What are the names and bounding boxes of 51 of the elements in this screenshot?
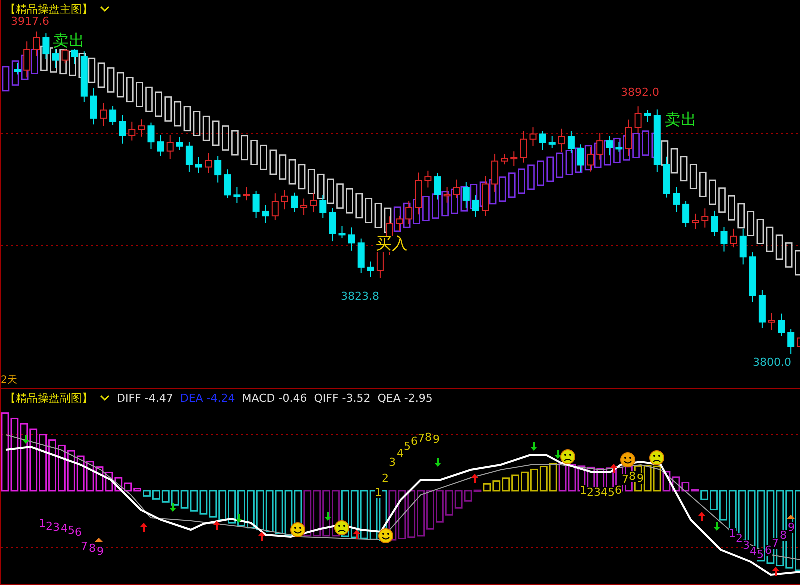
signal-label: 卖出 (53, 33, 85, 49)
count-digit: 1 (375, 487, 382, 498)
count-digit: 9 (97, 546, 104, 557)
indicator-value: QEA -2.95 (378, 392, 433, 405)
count-digit: 3 (594, 487, 601, 498)
count-digit: 7 (81, 541, 88, 552)
count-digit: 6 (765, 545, 772, 556)
count-digit: 1 (729, 528, 736, 539)
count-digit: 2 (382, 473, 389, 484)
count-digit: 8 (89, 543, 96, 554)
count-digit: 7 (418, 433, 425, 444)
price-label: 3823.8 (341, 291, 380, 302)
count-digit: 2 (587, 487, 594, 498)
chart-title: 【精品操盘副图】 (5, 391, 93, 406)
count-digit: 8 (629, 471, 636, 482)
count-digit: 9 (788, 522, 795, 533)
count-digit: 8 (425, 432, 432, 443)
indicator-value: DIFF -4.47 (117, 392, 174, 405)
count-digit: 4 (397, 448, 404, 459)
count-digit: 1 (580, 485, 587, 496)
count-digit: 7 (622, 474, 629, 485)
period-label: 2天 (1, 376, 18, 386)
indicator-value: MACD -0.46 (242, 392, 308, 405)
count-digit: 5 (608, 487, 615, 498)
count-digit: 3 (743, 540, 750, 551)
count-digit: 3 (389, 457, 396, 468)
signal-label: 卖出 (665, 112, 697, 128)
count-digit: 3 (53, 522, 60, 533)
count-digit: 5 (404, 441, 411, 452)
count-digit: 2 (46, 521, 53, 532)
count-digit: 7 (772, 538, 779, 549)
indicator-value: DEA -4.24 (180, 392, 236, 405)
count-digit: 4 (750, 546, 757, 557)
price-label: 3917.6 (11, 16, 50, 27)
count-digit: 6 (411, 436, 418, 447)
count-digit: 4 (61, 523, 68, 534)
count-digit: 6 (615, 485, 622, 496)
count-digit: 9 (433, 434, 440, 445)
count-digit: 5 (68, 525, 75, 536)
signal-label: 买入 (376, 236, 408, 252)
count-digit: 4 (601, 487, 608, 498)
count-digit: 6 (75, 527, 82, 538)
count-digit: 2 (736, 533, 743, 544)
count-digit: 9 (637, 473, 644, 484)
count-digit: 1 (39, 518, 46, 529)
count-digit: 5 (757, 549, 764, 560)
price-label: 3800.0 (753, 357, 792, 368)
indicator-value: QIFF -3.52 (314, 392, 371, 405)
chart-title: 【精品操盘主图】 (5, 2, 93, 16)
count-digit: 8 (780, 530, 787, 541)
price-label: 3892.0 (621, 87, 660, 98)
